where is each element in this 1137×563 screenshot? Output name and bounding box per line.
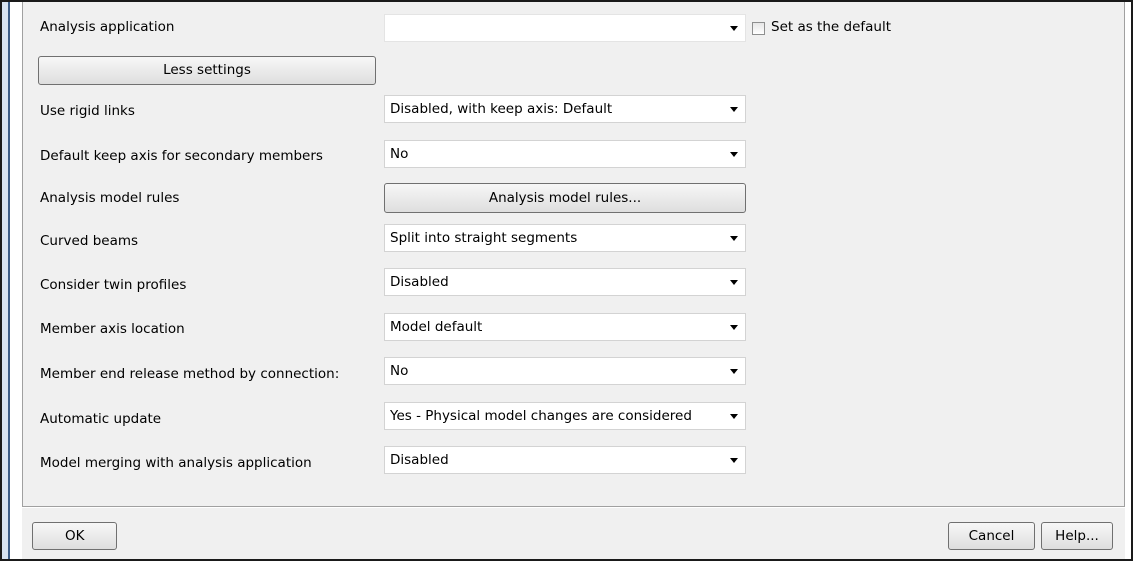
chevron-down-icon — [730, 325, 738, 330]
chevron-down-icon — [730, 236, 738, 241]
default-keep-axis-dropdown[interactable]: No — [384, 140, 746, 168]
use-rigid-links-label: Use rigid links — [40, 103, 135, 119]
chevron-down-icon — [730, 280, 738, 285]
cancel-button[interactable]: Cancel — [948, 522, 1035, 550]
chevron-down-icon — [730, 458, 738, 463]
chevron-down-icon — [730, 414, 738, 419]
member-axis-location-dropdown[interactable]: Model default — [384, 313, 746, 341]
member-end-release-label: Member end release method by connection: — [40, 366, 340, 382]
use-rigid-links-dropdown[interactable]: Disabled, with keep axis: Default — [384, 95, 746, 123]
chevron-down-icon — [730, 369, 738, 374]
member-axis-location-label: Member axis location — [40, 321, 185, 337]
curved-beams-label: Curved beams — [40, 233, 139, 249]
analysis-model-rules-label: Analysis model rules — [40, 190, 180, 206]
less-settings-button[interactable]: Less settings — [38, 56, 376, 85]
curved-beams-dropdown[interactable]: Split into straight segments — [384, 224, 746, 252]
analysis-application-dropdown[interactable] — [384, 14, 746, 42]
automatic-update-label: Automatic update — [40, 411, 162, 427]
ok-button[interactable]: OK — [32, 522, 117, 550]
consider-twin-profiles-dropdown[interactable]: Disabled — [384, 268, 746, 296]
help-button[interactable]: Help... — [1041, 522, 1113, 550]
analysis-application-label: Analysis application — [40, 19, 175, 35]
chevron-down-icon — [730, 26, 738, 31]
analysis-model-rules-button[interactable]: Analysis model rules... — [384, 183, 746, 213]
member-end-release-dropdown[interactable]: No — [384, 357, 746, 385]
set-as-default-label: Set as the default — [771, 19, 892, 35]
chevron-down-icon — [730, 152, 738, 157]
window-edge-strip — [2, 2, 10, 559]
model-merging-label: Model merging with analysis application — [40, 455, 312, 471]
model-merging-dropdown[interactable]: Disabled — [384, 446, 746, 474]
consider-twin-profiles-label: Consider twin profiles — [40, 277, 187, 293]
set-as-default-checkbox[interactable] — [752, 22, 765, 35]
chevron-down-icon — [730, 107, 738, 112]
automatic-update-dropdown[interactable]: Yes - Physical model changes are conside… — [384, 402, 746, 430]
default-keep-axis-label: Default keep axis for secondary members — [40, 148, 323, 164]
